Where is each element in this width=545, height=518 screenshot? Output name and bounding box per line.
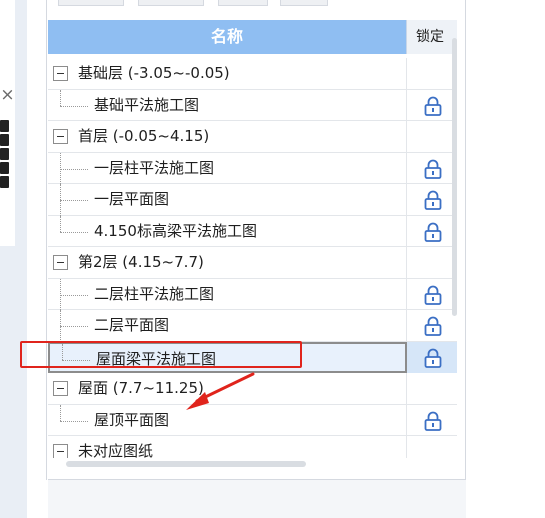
- lock-icon[interactable]: [422, 315, 444, 337]
- row-lock-cell: [407, 184, 457, 216]
- tree-item-row[interactable]: 二层柱平法施工图: [48, 278, 457, 311]
- row-lock-cell: [407, 247, 457, 279]
- tree-connector-line: [60, 200, 88, 201]
- tree-group-row[interactable]: 基础层 (-3.05~-0.05): [48, 58, 457, 90]
- row-lock-cell: [407, 405, 457, 437]
- row-lock-cell: [407, 341, 457, 373]
- tree-item-row[interactable]: 屋面梁平法施工图: [48, 341, 457, 373]
- lock-icon[interactable]: [422, 158, 444, 180]
- lock-icon[interactable]: [422, 189, 444, 211]
- tree-item-row[interactable]: 4.150标高梁平法施工图: [48, 215, 457, 248]
- panel-footer: [48, 480, 466, 518]
- row-name-cell[interactable]: 一层柱平法施工图: [48, 152, 407, 184]
- left-panel-vertical-text: [0, 120, 9, 200]
- tree-connector-line: [60, 420, 88, 422]
- toolbar-button-1[interactable]: [58, 0, 124, 6]
- tree-item-row[interactable]: 一层柱平法施工图: [48, 152, 457, 185]
- tree-connector-line: [60, 105, 88, 107]
- row-lock-cell: [407, 373, 457, 405]
- row-lock-cell: [407, 216, 457, 248]
- row-label: 二层柱平法施工图: [94, 284, 215, 303]
- tree-connector-line: [60, 215, 61, 232]
- collapse-minus-icon[interactable]: [53, 129, 68, 144]
- row-label: 首层 (-0.05~4.15): [78, 127, 210, 145]
- row-lock-cell: [407, 153, 457, 185]
- tree-connector-line: [62, 343, 63, 360]
- row-lock-cell: [407, 58, 457, 90]
- horizontal-scrollbar[interactable]: [66, 461, 306, 467]
- lock-icon[interactable]: [422, 221, 444, 243]
- drawing-tree-grid: 名称 锁定 基础层 (-3.05~-0.05) 基础平法施工图 首层 (-0.05~…: [48, 20, 466, 458]
- row-label: 一层平面图: [94, 190, 170, 208]
- row-name-cell[interactable]: 首层 (-0.05~4.15): [48, 121, 407, 153]
- vertical-scrollbar[interactable]: [452, 38, 457, 316]
- row-name-cell[interactable]: 基础平法施工图: [48, 89, 407, 121]
- row-lock-cell: [407, 279, 457, 311]
- row-name-cell[interactable]: 基础层 (-3.05~-0.05): [48, 58, 407, 90]
- collapse-minus-icon[interactable]: [53, 255, 68, 270]
- row-label: 屋顶平面图: [94, 410, 170, 429]
- lock-icon[interactable]: [422, 347, 444, 369]
- row-name-cell[interactable]: 屋面 (7.7~11.25): [48, 373, 407, 405]
- row-name-cell[interactable]: 屋面梁平法施工图: [48, 341, 407, 373]
- toolbar-button-4[interactable]: [280, 0, 328, 6]
- tree-connector-line: [62, 359, 90, 361]
- row-label: 基础层 (-3.05~-0.05): [78, 64, 230, 82]
- toolbar-button-2[interactable]: [138, 0, 204, 6]
- column-header-name[interactable]: 名称: [48, 20, 407, 54]
- row-label: 屋面梁平法施工图: [96, 349, 217, 368]
- row-label: 第2层 (4.15~7.7): [78, 253, 204, 271]
- tree-connector-line: [60, 168, 88, 170]
- tree-item-row[interactable]: 一层平面图: [48, 184, 457, 216]
- row-label: 二层平面图: [94, 316, 170, 334]
- tree-connector-line: [60, 326, 88, 327]
- row-label: 基础平法施工图: [94, 95, 200, 114]
- column-header-lock[interactable]: 锁定: [407, 20, 457, 54]
- lock-icon[interactable]: [422, 410, 444, 432]
- row-lock-cell: [407, 310, 457, 342]
- row-name-cell[interactable]: 未对应图纸: [48, 436, 407, 458]
- grid-header: 名称 锁定: [48, 20, 457, 54]
- row-label: 未对应图纸: [78, 442, 154, 458]
- tree-item-row[interactable]: 基础平法施工图: [48, 89, 457, 122]
- row-name-cell[interactable]: 一层平面图: [48, 184, 407, 216]
- lock-icon[interactable]: [422, 95, 444, 117]
- tree-group-row[interactable]: 首层 (-0.05~4.15): [48, 121, 457, 153]
- row-name-cell[interactable]: 二层平面图: [48, 310, 407, 342]
- tree-connector-line: [60, 89, 61, 106]
- collapse-minus-icon[interactable]: [53, 444, 68, 458]
- tree-group-row[interactable]: 屋面 (7.7~11.25): [48, 373, 457, 405]
- row-label: 4.150标高梁平法施工图: [94, 221, 257, 240]
- tree-connector-line: [60, 231, 88, 233]
- toolbar-button-3[interactable]: [218, 0, 268, 6]
- row-label: 屋面 (7.7~11.25): [78, 379, 204, 397]
- row-name-cell[interactable]: 第2层 (4.15~7.7): [48, 247, 407, 279]
- tree-rows: 基础层 (-3.05~-0.05) 基础平法施工图 首层 (-0.05~4.15) 一…: [48, 58, 457, 458]
- collapse-minus-icon[interactable]: [53, 381, 68, 396]
- row-lock-cell: [407, 90, 457, 122]
- row-name-cell[interactable]: 二层柱平法施工图: [48, 278, 407, 310]
- row-lock-cell: [407, 436, 457, 458]
- row-name-cell[interactable]: 4.150标高梁平法施工图: [48, 215, 407, 247]
- row-label: 一层柱平法施工图: [94, 158, 215, 177]
- row-lock-cell: [407, 121, 457, 153]
- tree-item-row[interactable]: 二层平面图: [48, 310, 457, 342]
- tree-connector-line: [60, 294, 88, 296]
- collapse-minus-icon[interactable]: [53, 66, 68, 81]
- tree-item-row[interactable]: 屋顶平面图: [48, 404, 457, 437]
- tree-group-row[interactable]: 未对应图纸: [48, 436, 457, 458]
- tree-group-row[interactable]: 第2层 (4.15~7.7): [48, 247, 457, 279]
- row-name-cell[interactable]: 屋顶平面图: [48, 404, 407, 436]
- close-icon[interactable]: ×: [0, 84, 15, 106]
- left-side-panel: ×: [0, 0, 15, 246]
- lock-icon[interactable]: [422, 284, 444, 306]
- tree-connector-line: [60, 404, 61, 421]
